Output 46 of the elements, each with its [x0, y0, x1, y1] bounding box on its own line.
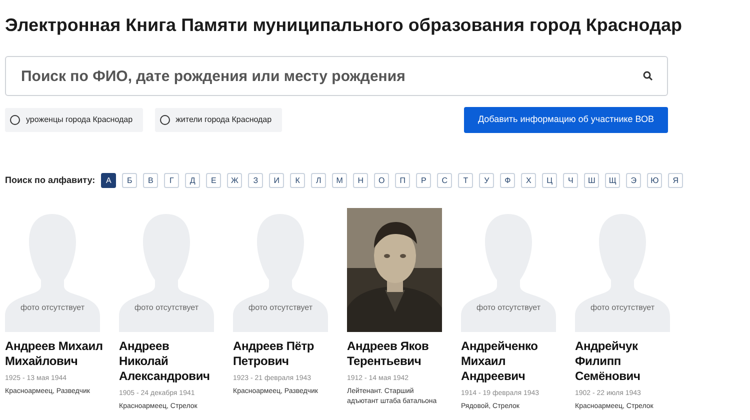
person-name[interactable]: Андрейченко Михаил Андреевич: [461, 339, 561, 384]
letter-button[interactable]: У: [479, 173, 494, 188]
search-icon[interactable]: [643, 71, 653, 81]
letter-button[interactable]: Н: [353, 173, 368, 188]
letter-button[interactable]: Ж: [227, 173, 242, 188]
letter-button[interactable]: З: [248, 173, 264, 188]
page-title: Электронная Книга Памяти муниципального образования город Краснодар: [5, 14, 683, 36]
letter-button[interactable]: Ф: [500, 173, 516, 188]
letter-button[interactable]: Б: [122, 173, 138, 188]
letter-button[interactable]: Т: [458, 173, 474, 188]
letter-button[interactable]: Л: [311, 173, 326, 188]
photo-missing-text: фото отсутствует: [476, 302, 541, 314]
person-name[interactable]: Андреев Яков Терентьевич: [347, 339, 447, 369]
filter-radio[interactable]: уроженцы города Краснодар: [5, 108, 143, 132]
letter-button[interactable]: Э: [626, 173, 642, 188]
photo-missing-text: фото отсутствует: [20, 302, 85, 314]
person-name[interactable]: Андреев Михаил Михайлович: [5, 339, 105, 369]
letter-button[interactable]: Х: [521, 173, 536, 188]
person-name[interactable]: Андрейчук Филипп Семёнович: [575, 339, 675, 384]
search-field[interactable]: Поиск по ФИО, дате рождения или месту рождения: [5, 56, 668, 96]
letter-button[interactable]: Р: [416, 173, 432, 188]
letter-button[interactable]: С: [437, 173, 452, 188]
letter-button[interactable]: О: [374, 173, 390, 188]
alphabet-label: Поиск по алфавиту:: [5, 174, 96, 187]
person-name[interactable]: Андреев Пётр Петрович: [233, 339, 333, 369]
letter-button[interactable]: М: [332, 173, 348, 188]
letter-button[interactable]: И: [269, 173, 284, 188]
filter-radio[interactable]: жители города Краснодар: [154, 108, 282, 132]
person-name[interactable]: Андреев Николай Александрович: [119, 339, 219, 384]
letter-button[interactable]: Д: [185, 173, 200, 188]
photo-missing-text: фото отсутствует: [134, 302, 199, 314]
letter-button[interactable]: А: [101, 173, 116, 188]
letter-button[interactable]: Ц: [542, 173, 558, 188]
letter-button[interactable]: П: [395, 173, 410, 188]
add-participant-button[interactable]: Добавить информацию об участнике ВОВ: [464, 107, 668, 133]
letter-button[interactable]: Ш: [584, 173, 600, 188]
photo-missing-text: фото отсутствует: [248, 302, 313, 314]
letter-button[interactable]: Я: [668, 173, 684, 188]
letter-button[interactable]: Е: [206, 173, 222, 188]
letter-button[interactable]: Ю: [647, 173, 662, 188]
letter-button[interactable]: Г: [164, 173, 180, 188]
letter-button[interactable]: К: [290, 173, 306, 188]
letter-button[interactable]: Ч: [563, 173, 578, 188]
letter-button[interactable]: Щ: [605, 173, 620, 188]
letter-button[interactable]: В: [143, 173, 158, 188]
photo-missing-text: фото отсутствует: [590, 302, 655, 314]
